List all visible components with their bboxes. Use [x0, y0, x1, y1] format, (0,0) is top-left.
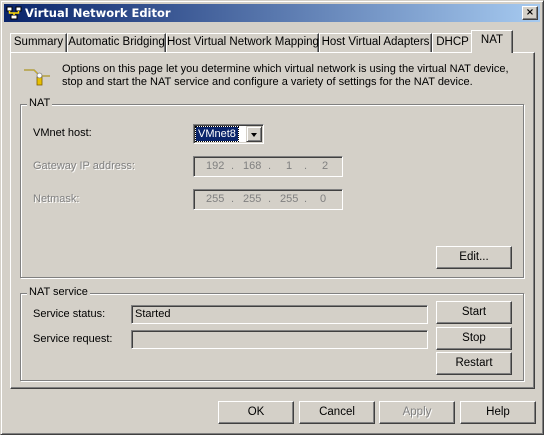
apply-button[interactable]: Apply [379, 401, 455, 424]
tab-host-virtual-adapters[interactable]: Host Virtual Adapters [319, 33, 432, 52]
netmask-field[interactable]: 255 . 255 . 255 . 0 [193, 189, 343, 210]
restart-button[interactable]: Restart [436, 352, 512, 375]
ok-button[interactable]: OK [218, 401, 294, 424]
service-status-field: Started [131, 305, 428, 324]
netmask-octet-4: 0 [320, 193, 327, 205]
netmask-label: Netmask: [33, 193, 80, 205]
tab-strip: Summary Automatic Bridging Host Virtual … [10, 30, 536, 53]
gateway-ip-octet-3: 1 [286, 160, 293, 172]
gateway-ip-octet-1: 192 [206, 160, 225, 172]
netmask-octet-2: 255 [243, 193, 262, 205]
window-title: Virtual Network Editor [25, 6, 171, 20]
tab-host-virtual-network-mapping[interactable]: Host Virtual Network Mapping [166, 33, 319, 52]
gateway-ip-octet-2: 168 [243, 160, 262, 172]
gateway-ip-label: Gateway IP address: [33, 160, 135, 172]
cancel-button[interactable]: Cancel [299, 401, 375, 424]
tab-automatic-bridging[interactable]: Automatic Bridging [67, 33, 166, 52]
nat-service-group-title: NAT service [27, 286, 90, 298]
netmask-octet-1: 255 [206, 193, 225, 205]
virtual-network-editor-window: Virtual Network Editor × Summary Automat… [0, 0, 544, 435]
title-bar[interactable]: Virtual Network Editor × [4, 4, 540, 22]
netmask-octet-3: 255 [280, 193, 299, 205]
vmnet-host-select[interactable]: VMnet8 [193, 124, 264, 144]
vmnet-host-selected-value: VMnet8 [195, 126, 239, 142]
intro-description: Options on this page let you determine w… [62, 63, 509, 88]
edit-button[interactable]: Edit... [436, 246, 512, 269]
gateway-ip-field[interactable]: 192 . 168 . 1 . 2 [193, 156, 343, 177]
service-request-label: Service request: [33, 333, 113, 345]
close-icon[interactable]: × [522, 6, 538, 20]
help-button[interactable]: Help [460, 401, 536, 424]
service-request-field [131, 330, 428, 349]
network-nat-icon [24, 69, 50, 86]
chevron-down-icon[interactable] [246, 126, 262, 142]
service-status-label: Service status: [33, 308, 106, 320]
gateway-ip-octet-4: 2 [322, 160, 329, 172]
tab-summary[interactable]: Summary [10, 33, 67, 52]
nat-group-title: NAT [27, 97, 53, 109]
tab-dhcp[interactable]: DHCP [432, 33, 473, 52]
tab-nat[interactable]: NAT [471, 30, 513, 53]
network-app-icon [6, 6, 22, 20]
start-button[interactable]: Start [436, 301, 512, 324]
stop-button[interactable]: Stop [436, 327, 512, 350]
vmnet-host-label: VMnet host: [33, 127, 92, 139]
